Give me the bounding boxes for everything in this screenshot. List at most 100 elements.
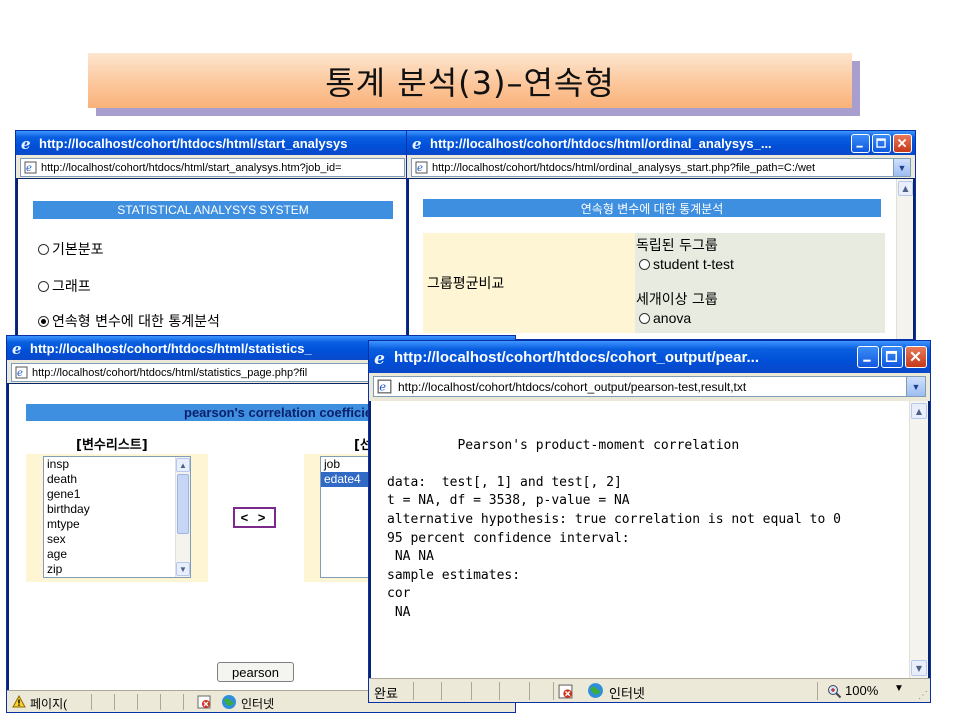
minimize-button[interactable] bbox=[851, 134, 870, 153]
list-item[interactable]: insp bbox=[44, 457, 190, 472]
list-item[interactable]: gene1 bbox=[44, 487, 190, 502]
pearson-header-text: pearson's correlation coefficien bbox=[184, 405, 380, 420]
output-line: sample estimates: bbox=[387, 567, 521, 583]
list-item[interactable]: age bbox=[44, 547, 190, 562]
option-student-t-test[interactable]: student t-test bbox=[639, 256, 734, 272]
window-title: http://localhost/cohort/htdocs/cohort_ou… bbox=[394, 348, 759, 366]
resize-grip-icon[interactable]: ⋰ bbox=[918, 690, 928, 701]
address-text: http://localhost/cohort/htdocs/cohort_ou… bbox=[398, 379, 747, 394]
option-anova[interactable]: anova bbox=[639, 310, 691, 326]
address-bar[interactable]: e http://localhost/cohort/htdocs/html/st… bbox=[20, 158, 405, 177]
scroll-down-icon[interactable]: ▼ bbox=[911, 660, 927, 676]
close-icon bbox=[897, 138, 907, 148]
svg-text:e: e bbox=[12, 341, 22, 356]
move-button-label: < > bbox=[240, 510, 269, 525]
internet-zone-icon bbox=[588, 683, 603, 698]
page-icon: e bbox=[377, 380, 392, 394]
option-continuous-analysis[interactable]: 연속형 변수에 대한 통계분석 bbox=[38, 311, 220, 331]
list-item[interactable]: mtype bbox=[44, 517, 190, 532]
maximize-button[interactable] bbox=[881, 346, 903, 368]
svg-text:e: e bbox=[26, 163, 32, 174]
page-content: 연속형 변수에 대한 통계분석 그룹평균비교 독립된 두그룹 student t… bbox=[409, 179, 913, 339]
radio-button[interactable] bbox=[38, 280, 49, 292]
status-divider bbox=[817, 682, 818, 700]
slide-title: 통계 분석(3)–연속형 bbox=[88, 53, 852, 108]
ie-icon: e bbox=[12, 341, 22, 356]
status-text: 완료 bbox=[374, 686, 398, 701]
scroll-up-icon[interactable]: ▲ bbox=[911, 403, 927, 419]
minimize-button[interactable] bbox=[857, 346, 879, 368]
address-dropdown-icon[interactable]: ▼ bbox=[906, 377, 925, 396]
text-content: Pearson's product-moment correlation data… bbox=[371, 401, 928, 678]
scroll-down-icon[interactable]: ▼ bbox=[176, 562, 190, 576]
address-dropdown-icon[interactable]: ▼ bbox=[893, 159, 910, 176]
pearson-header: pearson's correlation coefficien bbox=[26, 404, 386, 421]
variable-list-label: [변수리스트] bbox=[76, 438, 148, 453]
group2-label: 세개이상 그룹 bbox=[636, 292, 718, 308]
blocked-icon bbox=[558, 684, 573, 699]
ie-icon: e bbox=[374, 349, 385, 366]
status-divider bbox=[529, 682, 530, 700]
page-content: STATISTICAL ANALYSYS SYSTEM 기본분포 그래프 연속형… bbox=[18, 179, 407, 344]
status-divider bbox=[499, 682, 500, 700]
radio-button-selected[interactable] bbox=[38, 315, 49, 327]
output-line: alternative hypothesis: true correlation… bbox=[387, 511, 841, 527]
address-bar[interactable]: e http://localhost/cohort/htdocs/cohort_… bbox=[373, 376, 926, 397]
page-icon: e bbox=[24, 161, 37, 174]
scroll-thumb[interactable] bbox=[177, 474, 189, 534]
scroll-up-icon[interactable]: ▲ bbox=[898, 181, 913, 196]
titlebar[interactable]: e http://localhost/cohort/htdocs/cohort_… bbox=[369, 341, 930, 373]
list-item[interactable]: zip bbox=[44, 562, 190, 577]
option-label: 기본분포 bbox=[52, 242, 104, 258]
option-graph[interactable]: 그래프 bbox=[38, 276, 91, 296]
option-basic-distribution[interactable]: 기본분포 bbox=[38, 239, 104, 259]
list-item[interactable]: sex bbox=[44, 532, 190, 547]
radio-button[interactable] bbox=[639, 258, 650, 270]
maximize-button[interactable] bbox=[872, 134, 891, 153]
window-title: http://localhost/cohort/htdocs/html/stat… bbox=[30, 341, 312, 356]
address-text: http://localhost/cohort/htdocs/html/star… bbox=[41, 161, 342, 174]
close-icon bbox=[910, 351, 921, 362]
svg-text:e: e bbox=[412, 136, 422, 151]
status-divider bbox=[91, 694, 92, 710]
pearson-button[interactable]: pearson bbox=[217, 662, 294, 682]
close-button[interactable] bbox=[893, 134, 912, 153]
minimize-icon bbox=[856, 145, 863, 148]
scroll-up-icon[interactable]: ▲ bbox=[176, 458, 190, 472]
radio-button[interactable] bbox=[38, 243, 49, 255]
output-text: Pearson's product-moment correlation data… bbox=[387, 418, 841, 660]
output-line: data: test[, 1] and test[, 2] bbox=[387, 474, 622, 490]
row-label: 그룹평균비교 bbox=[427, 276, 505, 292]
radio-button[interactable] bbox=[639, 312, 650, 324]
address-bar[interactable]: e http://localhost/cohort/htdocs/html/or… bbox=[411, 158, 911, 177]
window-title: http://localhost/cohort/htdocs/html/ordi… bbox=[430, 136, 772, 151]
zoom-dropdown-icon[interactable]: ▼ bbox=[894, 683, 904, 694]
output-line: NA bbox=[387, 604, 411, 620]
ordinal-analysis-window: e http://localhost/cohort/htdocs/html/or… bbox=[406, 130, 916, 340]
window-controls bbox=[857, 346, 927, 368]
list-item[interactable]: birthday bbox=[44, 502, 190, 517]
output-line: NA NA bbox=[387, 549, 434, 565]
start-analysis-window: e http://localhost/cohort/htdocs/html/st… bbox=[15, 130, 410, 345]
close-button[interactable] bbox=[905, 346, 927, 368]
page-icon: e bbox=[15, 366, 28, 379]
variable-listbox[interactable]: insp death gene1 birthday mtype sex age … bbox=[43, 456, 191, 578]
option-label: anova bbox=[653, 310, 692, 326]
listbox-scrollbar[interactable]: ▲ ▼ bbox=[175, 457, 190, 577]
titlebar[interactable]: e http://localhost/cohort/htdocs/html/st… bbox=[16, 131, 409, 156]
vertical-scrollbar[interactable]: ▲ ▼ bbox=[909, 401, 928, 678]
svg-text:e: e bbox=[379, 380, 386, 394]
vertical-scrollbar[interactable]: ▲ bbox=[896, 179, 913, 339]
ie-icon: e bbox=[21, 136, 31, 151]
maximize-icon bbox=[885, 350, 897, 362]
zoom-icon bbox=[828, 685, 842, 699]
status-divider bbox=[553, 682, 554, 700]
move-variables-button[interactable]: < > bbox=[233, 507, 276, 528]
output-line: Pearson's product-moment correlation bbox=[387, 437, 740, 453]
status-divider bbox=[114, 694, 115, 710]
zoom-level[interactable]: 100% bbox=[845, 683, 878, 698]
list-item[interactable]: death bbox=[44, 472, 190, 487]
pearson-button-label: pearson bbox=[232, 664, 279, 680]
titlebar[interactable]: e http://localhost/cohort/htdocs/html/or… bbox=[407, 131, 915, 156]
